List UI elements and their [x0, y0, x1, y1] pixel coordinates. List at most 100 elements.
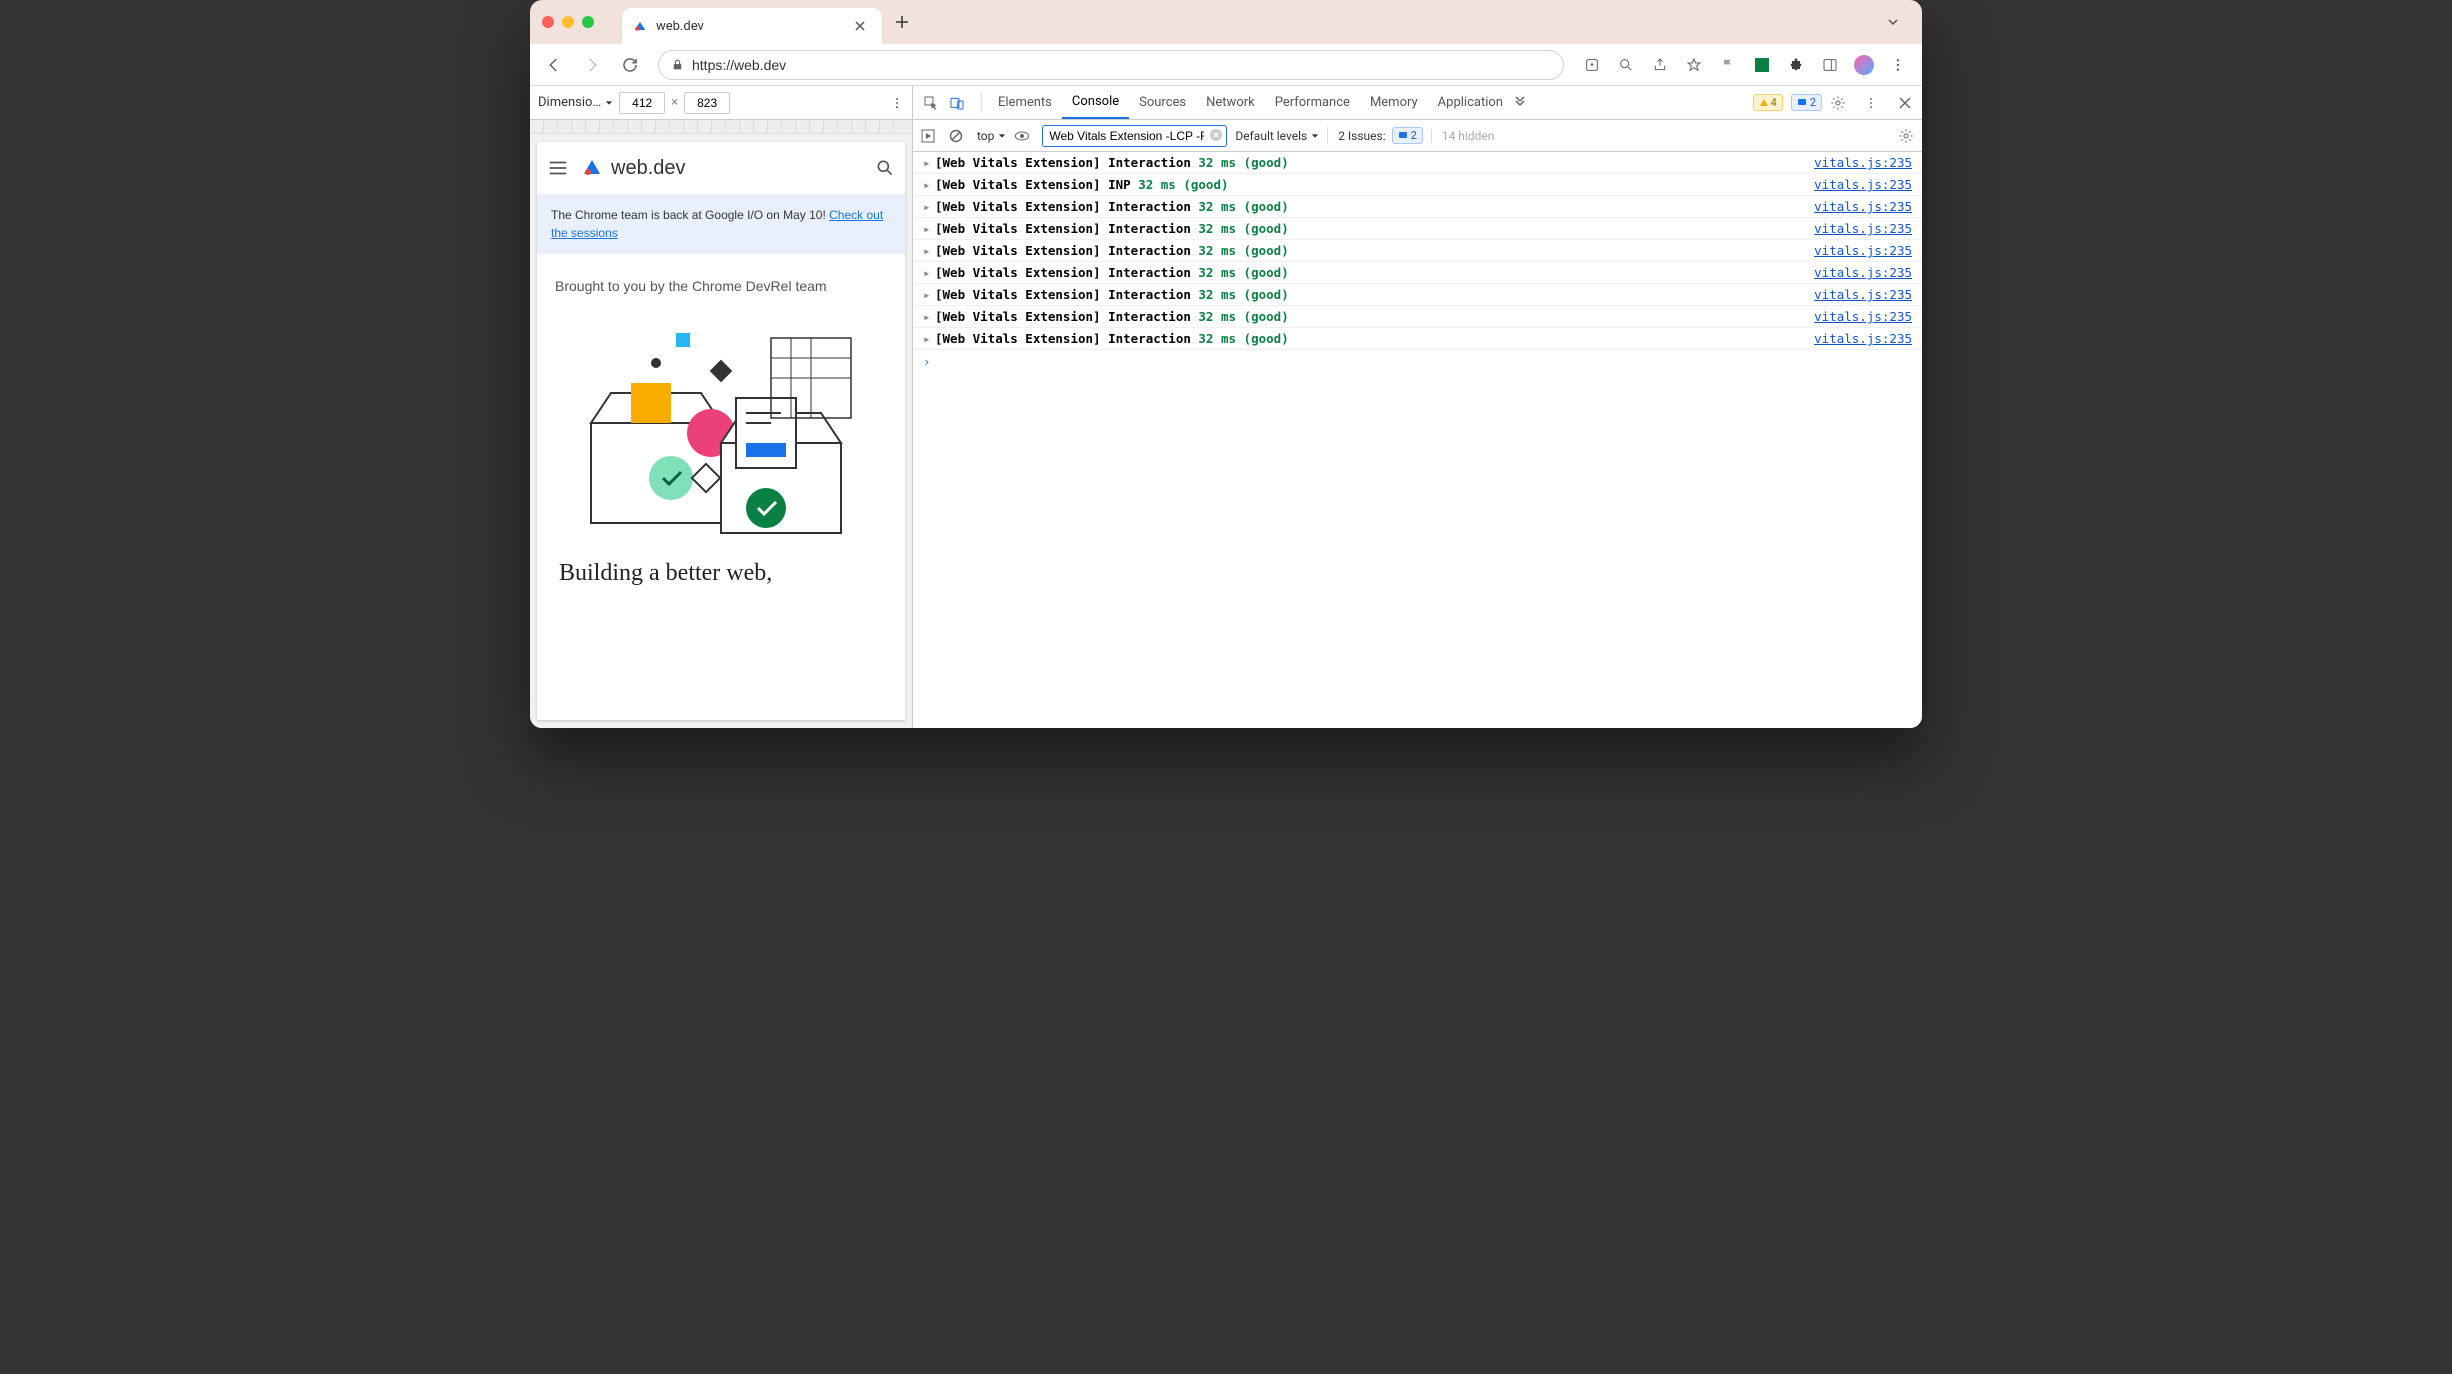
- log-source-link[interactable]: vitals.js:235: [1814, 199, 1912, 214]
- hero-illustration: [537, 308, 905, 548]
- expand-arrow-icon[interactable]: ▸: [923, 287, 935, 302]
- height-input[interactable]: [684, 92, 730, 114]
- devtools-settings-icon[interactable]: [1830, 95, 1856, 111]
- hidden-count[interactable]: 14 hidden: [1431, 129, 1495, 143]
- browser-toolbar: [530, 44, 1922, 86]
- device-more-button[interactable]: [890, 96, 904, 110]
- log-source-link[interactable]: vitals.js:235: [1814, 155, 1912, 170]
- expand-arrow-icon[interactable]: ▸: [923, 177, 935, 192]
- tabs-dropdown-button[interactable]: [1886, 15, 1910, 29]
- live-expression-icon[interactable]: [1014, 130, 1034, 142]
- dimension-separator: ×: [671, 95, 678, 110]
- log-source-link[interactable]: vitals.js:235: [1814, 331, 1912, 346]
- log-row[interactable]: ▸[Web Vitals Extension] INP 32 ms (good)…: [913, 174, 1922, 196]
- console-play-icon[interactable]: [921, 129, 941, 143]
- expand-arrow-icon[interactable]: ▸: [923, 155, 935, 170]
- maximize-window-button[interactable]: [582, 16, 594, 28]
- extension-square-icon[interactable]: [1746, 49, 1778, 81]
- expand-arrow-icon[interactable]: ▸: [923, 265, 935, 280]
- expand-arrow-icon[interactable]: ▸: [923, 199, 935, 214]
- bookmark-star-icon[interactable]: [1678, 49, 1710, 81]
- log-source-link[interactable]: vitals.js:235: [1814, 265, 1912, 280]
- tab-title: web.dev: [656, 19, 844, 34]
- tab-memory[interactable]: Memory: [1360, 86, 1428, 119]
- close-devtools-button[interactable]: [1898, 96, 1912, 110]
- device-toggle-icon[interactable]: [949, 95, 975, 111]
- log-message: [Web Vitals Extension] Interaction 32 ms…: [935, 309, 1814, 324]
- context-dropdown[interactable]: top: [977, 129, 1006, 143]
- browser-tab[interactable]: web.dev: [622, 8, 882, 44]
- log-message: [Web Vitals Extension] Interaction 32 ms…: [935, 199, 1814, 214]
- log-source-link[interactable]: vitals.js:235: [1814, 221, 1912, 236]
- messages-badge[interactable]: 2: [1791, 94, 1822, 111]
- clear-console-icon[interactable]: [949, 129, 969, 143]
- log-source-link[interactable]: vitals.js:235: [1814, 287, 1912, 302]
- log-message: [Web Vitals Extension] Interaction 32 ms…: [935, 155, 1814, 170]
- expand-arrow-icon[interactable]: ▸: [923, 221, 935, 236]
- issues-label: 2 Issues:: [1338, 129, 1385, 143]
- devtools-menu-icon[interactable]: [1864, 96, 1890, 110]
- device-dropdown[interactable]: Dimensio…: [538, 95, 613, 110]
- inspect-element-icon[interactable]: [923, 95, 949, 111]
- page-subtitle: Brought to you by the Chrome DevRel team: [537, 254, 905, 308]
- url-input[interactable]: [692, 57, 1551, 73]
- minimize-window-button[interactable]: [562, 16, 574, 28]
- ruler: [530, 120, 912, 134]
- forward-button[interactable]: [576, 49, 608, 81]
- tab-application[interactable]: Application: [1428, 86, 1513, 119]
- titlebar: web.dev: [530, 0, 1922, 44]
- zoom-icon[interactable]: [1610, 49, 1642, 81]
- site-logo: web.dev: [581, 156, 686, 180]
- tab-sources[interactable]: Sources: [1129, 86, 1196, 119]
- console-prompt[interactable]: ›: [913, 350, 1922, 373]
- log-row[interactable]: ▸[Web Vitals Extension] Interaction 32 m…: [913, 218, 1922, 240]
- log-row[interactable]: ▸[Web Vitals Extension] Interaction 32 m…: [913, 240, 1922, 262]
- install-app-icon[interactable]: [1576, 49, 1608, 81]
- log-levels-dropdown[interactable]: Default levels: [1235, 129, 1319, 143]
- tab-performance[interactable]: Performance: [1265, 86, 1360, 119]
- expand-arrow-icon[interactable]: ▸: [923, 331, 935, 346]
- log-source-link[interactable]: vitals.js:235: [1814, 177, 1912, 192]
- expand-arrow-icon[interactable]: ▸: [923, 309, 935, 324]
- log-row[interactable]: ▸[Web Vitals Extension] Interaction 32 m…: [913, 196, 1922, 218]
- more-tabs-button[interactable]: [1513, 96, 1539, 110]
- log-levels-label: Default levels: [1235, 129, 1307, 143]
- tab-favicon-icon: [632, 18, 648, 34]
- flag-icon[interactable]: [1712, 49, 1744, 81]
- address-bar[interactable]: [658, 50, 1564, 80]
- reload-button[interactable]: [614, 49, 646, 81]
- log-row[interactable]: ▸[Web Vitals Extension] Interaction 32 m…: [913, 152, 1922, 174]
- expand-arrow-icon[interactable]: ▸: [923, 243, 935, 258]
- tab-network[interactable]: Network: [1196, 86, 1265, 119]
- device-frame: web.dev The Chrome team is back at Googl…: [530, 134, 912, 728]
- profile-avatar[interactable]: [1848, 49, 1880, 81]
- log-source-link[interactable]: vitals.js:235: [1814, 309, 1912, 324]
- dimensions-toolbar: Dimensio… ×: [530, 86, 912, 120]
- log-row[interactable]: ▸[Web Vitals Extension] Interaction 32 m…: [913, 262, 1922, 284]
- extensions-puzzle-icon[interactable]: [1780, 49, 1812, 81]
- content-area: Dimensio… ×: [530, 86, 1922, 728]
- close-tab-button[interactable]: [852, 18, 868, 34]
- back-button[interactable]: [538, 49, 570, 81]
- log-source-link[interactable]: vitals.js:235: [1814, 243, 1912, 258]
- close-window-button[interactable]: [542, 16, 554, 28]
- clear-filter-icon[interactable]: [1209, 128, 1223, 142]
- share-icon[interactable]: [1644, 49, 1676, 81]
- new-tab-button[interactable]: [888, 8, 916, 36]
- sidepanel-icon[interactable]: [1814, 49, 1846, 81]
- search-icon[interactable]: [875, 158, 895, 178]
- hamburger-icon[interactable]: [547, 157, 571, 179]
- warnings-badge[interactable]: 4: [1753, 94, 1783, 111]
- log-row[interactable]: ▸[Web Vitals Extension] Interaction 32 m…: [913, 284, 1922, 306]
- log-row[interactable]: ▸[Web Vitals Extension] Interaction 32 m…: [913, 306, 1922, 328]
- tab-console[interactable]: Console: [1062, 86, 1129, 119]
- console-filter-input[interactable]: [1042, 125, 1227, 147]
- console-settings-icon[interactable]: [1898, 128, 1914, 144]
- width-input[interactable]: [619, 92, 665, 114]
- tab-elements[interactable]: Elements: [988, 86, 1062, 119]
- console-log-area[interactable]: ▸[Web Vitals Extension] Interaction 32 m…: [913, 152, 1922, 728]
- browser-menu-button[interactable]: [1882, 49, 1914, 81]
- log-row[interactable]: ▸[Web Vitals Extension] Interaction 32 m…: [913, 328, 1922, 350]
- issues-indicator[interactable]: 2 Issues: 2: [1327, 127, 1423, 144]
- log-message: [Web Vitals Extension] Interaction 32 ms…: [935, 287, 1814, 302]
